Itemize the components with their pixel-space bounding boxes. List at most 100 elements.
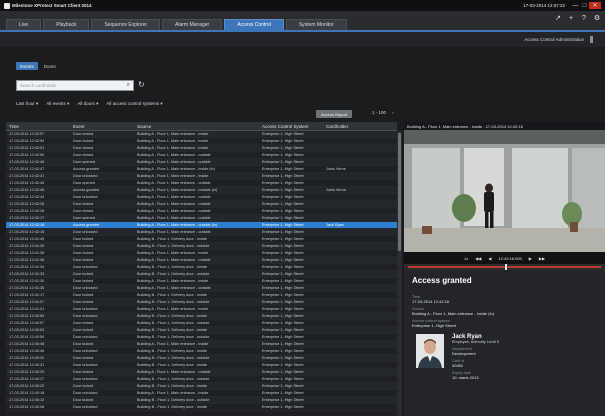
source-value: Building A - Floor 1, Main entrance - in… bbox=[412, 311, 495, 316]
event-filter[interactable]: All events ▾ bbox=[46, 101, 69, 107]
table-row[interactable]: 17-03-2014 12:42:28 Door locked Building A… bbox=[6, 201, 397, 208]
table-row[interactable]: 17-03-2014 12:40:50 Door unlocked Building… bbox=[6, 334, 397, 341]
table-row[interactable]: 17-03-2014 12:41:34 Door unlocked Building… bbox=[6, 264, 397, 271]
tab-alarm-manager[interactable]: Alarm Manager bbox=[162, 19, 223, 30]
cell-acs: Enterprise 1, High Street bbox=[262, 153, 304, 157]
table-row[interactable]: 17-03-2014 12:41:33 Door locked Building B… bbox=[6, 271, 397, 278]
maximize-button[interactable]: □ bbox=[580, 2, 589, 9]
cell-time: 17-03-2014 12:42:54 bbox=[9, 139, 45, 143]
table-row[interactable]: 17-03-2014 12:40:46 Door unlocked Building… bbox=[6, 348, 397, 355]
table-row[interactable]: 17-03-2014 12:41:39 Door locked Building B… bbox=[6, 243, 397, 250]
cell-time: 17-03-2014 12:41:36 bbox=[9, 258, 45, 262]
tab-sequence-explorer[interactable]: Sequence Explorer bbox=[91, 19, 161, 30]
tab-system-monitor[interactable]: System Monitor bbox=[285, 19, 347, 30]
table-row[interactable]: 17-03-2014 12:41:30 Door unlocked Building… bbox=[6, 285, 397, 292]
table-row[interactable]: 17-03-2014 12:40:48 Door locked Building A… bbox=[6, 341, 397, 348]
door-filter[interactable]: All doors ▾ bbox=[77, 101, 98, 107]
playback-timeline[interactable] bbox=[404, 264, 605, 270]
refresh-icon[interactable]: ↻ bbox=[138, 80, 145, 90]
toolbar-icons: ↗ + ? ⚙ bbox=[554, 15, 601, 23]
table-row[interactable]: 17-03-2014 12:40:57 Door locked Building B… bbox=[6, 320, 397, 327]
column-header-event[interactable]: Event bbox=[70, 124, 134, 129]
table-row[interactable]: 17-03-2014 12:40:29 Door locked Building A… bbox=[6, 369, 397, 376]
table-row[interactable]: 17-03-2014 12:41:36 Door locked Building A… bbox=[6, 257, 397, 264]
play-back-icon[interactable]: ◀ bbox=[488, 256, 491, 261]
table-row[interactable]: 17-03-2014 12:42:51 Door closed Building A… bbox=[6, 145, 397, 152]
cell-event: Access granted bbox=[73, 188, 100, 192]
time-value: 17-03-2014 12:42:16 bbox=[412, 299, 450, 304]
expiry-value: 10. marts 2015 bbox=[452, 375, 479, 380]
table-row[interactable]: 17-03-2014 12:40:18 Door unlocked Building… bbox=[6, 390, 397, 397]
table-row[interactable]: 17-03-2014 12:41:36 Door locked Building A… bbox=[6, 250, 397, 257]
table-row[interactable]: 17-03-2014 12:42:16 Door unlocked Building… bbox=[6, 229, 397, 236]
search-icon[interactable]: ⌕ bbox=[127, 82, 130, 89]
table-row[interactable]: 17-03-2014 12:42:54 Door locked Building A… bbox=[6, 138, 397, 145]
panel-pin-icon[interactable] bbox=[590, 36, 593, 43]
cell-event: Door unlocked bbox=[73, 307, 98, 311]
workspace-header: Access Control Administration bbox=[0, 32, 605, 47]
system-filter[interactable]: All access control systems ▾ bbox=[106, 101, 162, 107]
tab-live[interactable]: Live bbox=[6, 19, 42, 30]
table-row[interactable]: 17-03-2014 12:42:45 Access granted Buildin… bbox=[6, 187, 397, 194]
cell-acs: Enterprise 1, High Street bbox=[262, 321, 304, 325]
table-row[interactable]: 17-03-2014 12:42:28 Door closed Building A… bbox=[6, 208, 397, 215]
events-toggle-button[interactable]: Events bbox=[16, 62, 38, 70]
column-header-acs[interactable]: Access Control System bbox=[259, 124, 323, 129]
table-row[interactable]: 17-03-2014 12:40:32 Door locked Building B… bbox=[6, 355, 397, 362]
table-row[interactable]: 17-03-2014 12:41:30 Door locked Building A… bbox=[6, 278, 397, 285]
table-row[interactable]: 17-03-2014 12:42:50 Door closed Building A… bbox=[6, 152, 397, 159]
cell-time: 17-03-2014 12:41:45 bbox=[9, 237, 45, 241]
avatar-photo bbox=[416, 334, 444, 368]
time-filter[interactable]: Last hour ▾ bbox=[16, 101, 38, 107]
play-icon[interactable]: ▶ bbox=[529, 256, 532, 261]
minimize-button[interactable]: — bbox=[571, 2, 580, 9]
cell-source: Building B - Floor 1, Delivery door - ou… bbox=[137, 335, 210, 339]
table-row[interactable]: 17-03-2014 12:41:45 Door locked Building B… bbox=[6, 236, 397, 243]
table-row[interactable]: 17-03-2014 12:42:17 Door opened Building A… bbox=[6, 215, 397, 222]
doors-toggle-button[interactable]: Doors bbox=[40, 62, 60, 70]
access-control-admin-link[interactable]: Access Control Administration bbox=[524, 37, 584, 42]
cell-acs: Enterprise 1, High Street bbox=[262, 265, 304, 269]
next-page-icon[interactable]: › bbox=[392, 110, 394, 115]
table-row[interactable]: 17-03-2014 12:40:59 Door unlocked Building… bbox=[6, 313, 397, 320]
column-header-time[interactable]: Time bbox=[6, 124, 70, 129]
settings-icon[interactable]: ⚙ bbox=[593, 15, 601, 23]
table-row[interactable]: 17-03-2014 12:40:22 Door locked Building B… bbox=[6, 383, 397, 390]
timeline-playhead[interactable] bbox=[504, 264, 507, 270]
table-row[interactable]: 17-03-2014 12:41:17 Door locked Building B… bbox=[6, 292, 397, 299]
step-back-icon[interactable]: ◀◀ bbox=[475, 256, 481, 261]
table-row[interactable]: 17-03-2014 12:40:53 Door locked Building B… bbox=[6, 327, 397, 334]
plus-icon[interactable]: + bbox=[567, 15, 575, 23]
table-row[interactable]: 17-03-2014 12:40:27 Door unlocked Building… bbox=[6, 376, 397, 383]
table-row[interactable]: 17-03-2014 12:42:48 Door opened Building A… bbox=[6, 159, 397, 166]
scrollbar-thumb[interactable] bbox=[398, 133, 401, 251]
table-row[interactable]: 17-03-2014 12:40:31 Door unlocked Building… bbox=[6, 362, 397, 369]
table-row[interactable]: 17-03-2014 12:42:44 Door unlocked Building… bbox=[6, 194, 397, 201]
table-row[interactable]: 17-03-2014 12:42:57 Door locked Building A… bbox=[6, 131, 397, 138]
table-row[interactable]: 17-03-2014 12:41:07 Door locked Building B… bbox=[6, 299, 397, 306]
speed-label[interactable]: 1x bbox=[464, 256, 468, 261]
table-row[interactable]: 17-03-2014 12:42:16 Access granted Buildin… bbox=[6, 222, 397, 229]
camera-view[interactable] bbox=[404, 130, 605, 252]
event-list-scrollbar[interactable] bbox=[397, 131, 402, 416]
cell-event: Door locked bbox=[73, 251, 94, 255]
step-forward-icon[interactable]: ▶▶ bbox=[539, 256, 545, 261]
tab-playback[interactable]: Playback bbox=[43, 19, 90, 30]
help-icon[interactable]: ? bbox=[580, 15, 588, 23]
column-header-cardholder[interactable]: Cardholder bbox=[323, 124, 397, 129]
cell-time: 17-03-2014 12:41:36 bbox=[9, 251, 45, 255]
table-row[interactable]: 17-03-2014 12:42:45 Door opened Building A… bbox=[6, 180, 397, 187]
table-row[interactable]: 17-03-2014 12:40:12 Door locked Building B… bbox=[6, 397, 397, 404]
search-input[interactable] bbox=[20, 83, 127, 88]
table-row[interactable]: 17-03-2014 12:42:47 Access granted Buildin… bbox=[6, 166, 397, 173]
cell-event: Door unlocked bbox=[73, 349, 98, 353]
table-row[interactable]: 17-03-2014 12:40:08 Door unlocked Building… bbox=[6, 404, 397, 411]
column-header-source[interactable]: Source bbox=[134, 124, 259, 129]
close-button[interactable]: ✕ bbox=[589, 2, 601, 9]
table-row[interactable]: 17-03-2014 12:41:01 Door unlocked Building… bbox=[6, 306, 397, 313]
tab-access-control[interactable]: Access Control bbox=[224, 19, 284, 30]
table-row[interactable]: 17-03-2014 12:42:47 Door unlocked Building… bbox=[6, 173, 397, 180]
filter-bar: Last hour ▾ All events ▾ All doors ▾ All… bbox=[16, 101, 163, 107]
arrow-icon[interactable]: ↗ bbox=[554, 15, 562, 23]
access-report-button[interactable]: Access Report bbox=[316, 110, 353, 118]
